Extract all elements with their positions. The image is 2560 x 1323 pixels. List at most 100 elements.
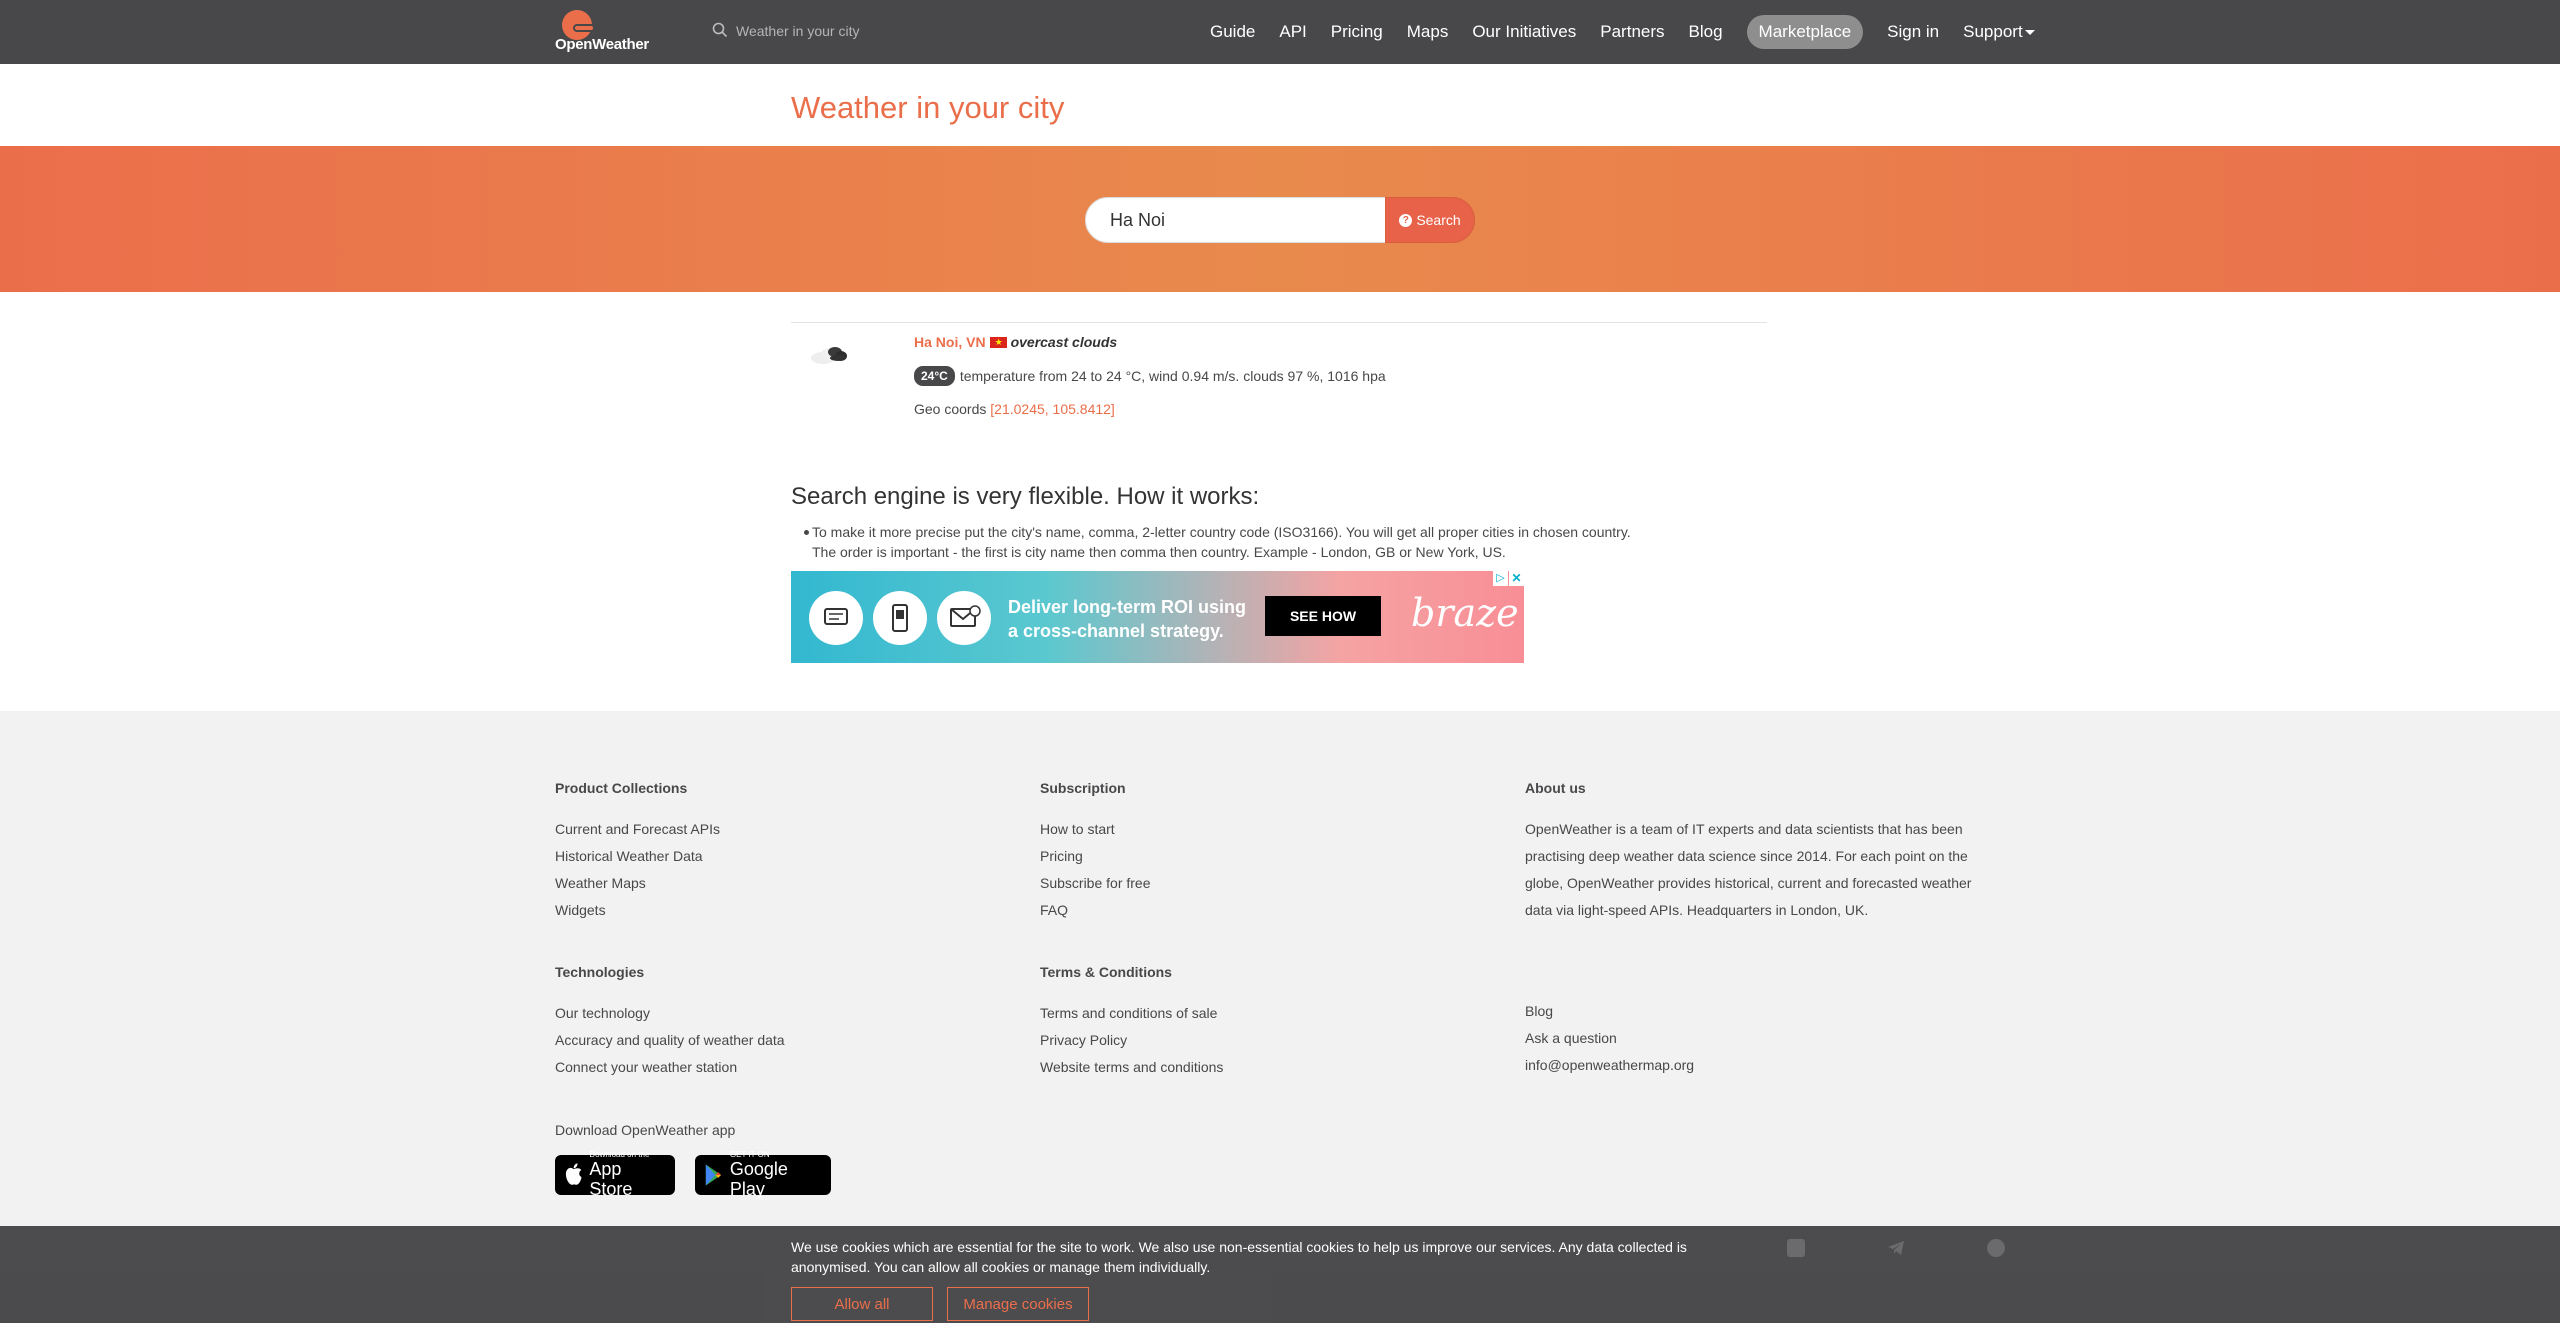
footer-terms: Terms & Conditions Terms and conditions … bbox=[1040, 964, 1223, 1081]
chat-icon bbox=[809, 591, 863, 645]
weather-description: overcast clouds bbox=[1010, 334, 1118, 350]
nav-link-guide[interactable]: Guide bbox=[1210, 22, 1255, 42]
ad-text: Deliver long-term ROI using a cross-chan… bbox=[1008, 595, 1246, 643]
footer-link[interactable]: Current and Forecast APIs bbox=[555, 816, 720, 843]
nav-search bbox=[712, 20, 1012, 44]
search-button[interactable]: ? Search bbox=[1385, 197, 1475, 243]
footer-link[interactable]: Subscribe for free bbox=[1040, 870, 1151, 897]
city-search-form: ?Search bbox=[1085, 197, 1475, 243]
footer-product-collections: Product Collections Current and Forecast… bbox=[555, 780, 720, 924]
geo-coords-line: Geo coords [21.0245, 105.8412] bbox=[914, 401, 1115, 417]
footer-link[interactable]: Widgets bbox=[555, 897, 720, 924]
openweather-logo[interactable]: OpenWeather bbox=[555, 10, 655, 54]
app-store-big-text: App Store bbox=[589, 1159, 633, 1199]
footer-link[interactable]: How to start bbox=[1040, 816, 1151, 843]
github-icon[interactable] bbox=[1987, 1239, 2005, 1257]
support-label: Support bbox=[1963, 22, 2023, 41]
geo-coords-link[interactable]: [21.0245, 105.8412] bbox=[990, 401, 1115, 417]
nav-link-partners[interactable]: Partners bbox=[1600, 22, 1664, 42]
footer-link[interactable]: Pricing bbox=[1040, 843, 1151, 870]
result-city-line: Ha Noi, VN ★ overcast clouds bbox=[914, 334, 1117, 350]
geo-label: Geo coords bbox=[914, 401, 987, 417]
google-play-button[interactable]: GET IT ON Google Play bbox=[695, 1151, 831, 1199]
manage-cookies-button[interactable]: Manage cookies bbox=[947, 1287, 1089, 1321]
cookie-text: We use cookies which are essential for t… bbox=[791, 1239, 1687, 1275]
vietnam-flag-icon: ★ bbox=[989, 336, 1007, 348]
ad-brand-logo: braze bbox=[1411, 591, 1519, 635]
google-play-icon bbox=[705, 1164, 722, 1186]
footer-link[interactable]: Terms and conditions of sale bbox=[1040, 1000, 1223, 1027]
how-line-2: The order is important - the first is ci… bbox=[812, 544, 1506, 560]
page-title: Weather in your city bbox=[791, 90, 1065, 125]
list-item: To make it more precise put the city's n… bbox=[804, 522, 1712, 562]
weather-details: temperature from 24 to 24 °C, wind 0.94 … bbox=[959, 368, 1386, 384]
footer-link[interactable]: Accuracy and quality of weather data bbox=[555, 1027, 785, 1054]
footer-link[interactable]: Blog bbox=[1525, 998, 1694, 1025]
footer-heading: Technologies bbox=[555, 964, 645, 980]
how-it-works-title: Search engine is very flexible. How it w… bbox=[791, 483, 1260, 510]
telegram-icon[interactable] bbox=[1887, 1239, 1905, 1257]
app-store-small-text: Download on the bbox=[589, 1150, 650, 1159]
nav-link-our-initiatives[interactable]: Our Initiatives bbox=[1472, 22, 1576, 42]
google-play-small-text: GET IT ON bbox=[729, 1150, 770, 1159]
city-search-input[interactable] bbox=[1085, 197, 1387, 243]
footer-link[interactable]: Ask a question bbox=[1525, 1025, 1694, 1052]
how-line-1: To make it more precise put the city's n… bbox=[812, 524, 1631, 540]
footer-link[interactable]: FAQ bbox=[1040, 897, 1151, 924]
download-app-label: Download OpenWeather app bbox=[555, 1122, 736, 1138]
footer-subscription: Subscription How to start Pricing Subscr… bbox=[1040, 780, 1151, 924]
footer-link[interactable]: Connect your weather station bbox=[555, 1054, 785, 1081]
footer-link[interactable]: Our technology bbox=[555, 1000, 785, 1027]
footer-heading: Terms & Conditions bbox=[1040, 964, 1172, 980]
overcast-clouds-icon bbox=[811, 347, 847, 364]
nav-search-input[interactable] bbox=[736, 20, 996, 42]
ad-line-1: Deliver long-term ROI using bbox=[1008, 597, 1247, 617]
nav-link-sign-in[interactable]: Sign in bbox=[1887, 22, 1939, 42]
google-play-big-text: Google Play bbox=[729, 1159, 788, 1199]
footer-heading: About us bbox=[1525, 780, 1586, 796]
nav-link-marketplace[interactable]: Marketplace bbox=[1746, 15, 1864, 49]
ad-line-2: a cross-channel strategy. bbox=[1008, 621, 1224, 641]
footer-link[interactable]: Website terms and conditions bbox=[1040, 1054, 1223, 1081]
top-navbar: OpenWeather Guide API Pricing Maps Our I… bbox=[0, 0, 2560, 64]
footer-about: About us OpenWeather is a team of IT exp… bbox=[1525, 780, 1995, 924]
footer-heading: Product Collections bbox=[555, 780, 688, 796]
question-circle-icon: ? bbox=[1399, 213, 1413, 227]
mobile-icon bbox=[873, 591, 927, 645]
ad-see-how-button[interactable]: SEE HOW bbox=[1265, 596, 1381, 636]
ad-info-icon[interactable]: ▷ bbox=[1493, 571, 1508, 586]
email-icon bbox=[937, 591, 991, 645]
apple-icon bbox=[565, 1163, 582, 1185]
temperature-badge: 24°C bbox=[914, 366, 955, 386]
nav-support-dropdown[interactable]: Support bbox=[1963, 22, 2035, 42]
how-it-works-list: To make it more precise put the city's n… bbox=[804, 522, 1712, 562]
bullet-icon bbox=[804, 530, 809, 535]
city-link[interactable]: Ha Noi, VN bbox=[914, 334, 986, 350]
medium-icon[interactable] bbox=[1787, 1239, 1805, 1257]
search-icon bbox=[712, 22, 728, 38]
nav-link-api[interactable]: API bbox=[1279, 22, 1306, 42]
cookie-banner: We use cookies which are essential for t… bbox=[0, 1226, 2560, 1323]
app-store-button[interactable]: Download on the App Store bbox=[555, 1151, 675, 1199]
logo-cloud-icon bbox=[573, 24, 595, 32]
footer-link[interactable]: Privacy Policy bbox=[1040, 1027, 1223, 1054]
footer-link[interactable]: info@openweathermap.org bbox=[1525, 1052, 1694, 1079]
caret-down-icon bbox=[2024, 29, 2035, 35]
logo-text: OpenWeather bbox=[555, 36, 649, 53]
main-menu: Guide API Pricing Maps Our Initiatives P… bbox=[1210, 0, 2035, 64]
result-temp-line: 24°C temperature from 24 to 24 °C, wind … bbox=[914, 366, 1386, 386]
result-divider bbox=[791, 322, 1767, 323]
nav-link-blog[interactable]: Blog bbox=[1689, 22, 1723, 42]
footer-contact: Blog Ask a question info@openweathermap.… bbox=[1525, 998, 1694, 1079]
footer-technologies: Technologies Our technology Accuracy and… bbox=[555, 964, 785, 1081]
footer-link[interactable]: Weather Maps bbox=[555, 870, 720, 897]
nav-link-pricing[interactable]: Pricing bbox=[1331, 22, 1383, 42]
search-button-label: Search bbox=[1416, 212, 1461, 228]
ad-close-icon[interactable]: ✕ bbox=[1509, 571, 1524, 586]
advertisement-banner[interactable]: Deliver long-term ROI using a cross-chan… bbox=[791, 571, 1524, 663]
about-text: OpenWeather is a team of IT experts and … bbox=[1525, 821, 1972, 918]
nav-link-maps[interactable]: Maps bbox=[1407, 22, 1449, 42]
allow-all-cookies-button[interactable]: Allow all bbox=[791, 1287, 933, 1321]
footer-heading: Subscription bbox=[1040, 780, 1126, 796]
footer-link[interactable]: Historical Weather Data bbox=[555, 843, 720, 870]
